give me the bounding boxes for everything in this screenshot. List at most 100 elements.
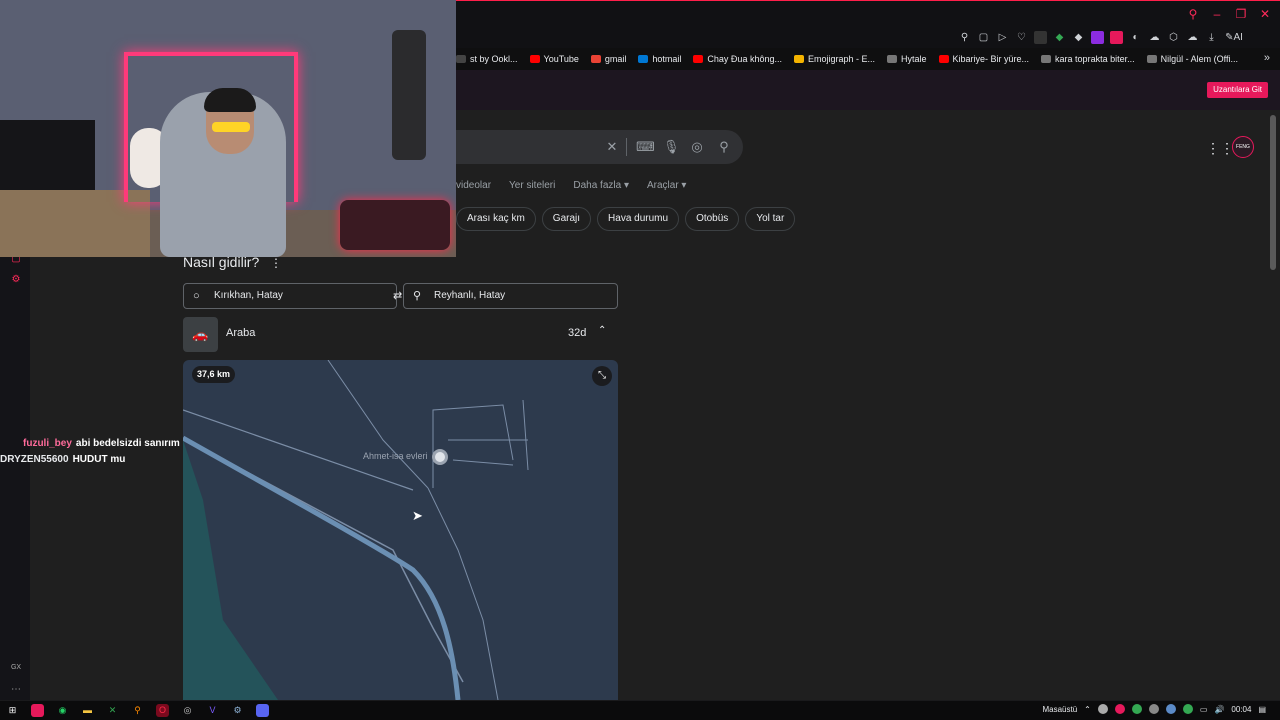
search-app-icon[interactable]: ⚲ — [131, 704, 144, 717]
more-icon[interactable]: ⋯ — [10, 684, 22, 696]
bookmark-label: Emojigraph - E... — [807, 54, 875, 64]
obs-icon[interactable]: ◎ — [181, 704, 194, 717]
bookmark-item[interactable]: Nilgül - Alem (Offi... — [1146, 54, 1238, 64]
extension-icon[interactable]: ☁ — [1148, 31, 1161, 44]
search-chip[interactable]: Garajı — [541, 207, 592, 231]
bookmark-item[interactable]: hotmail — [638, 54, 681, 64]
folder-icon[interactable]: ▬ — [81, 704, 94, 717]
ai-icon[interactable]: ✎AI — [1224, 31, 1244, 44]
tray-icon[interactable] — [1131, 704, 1142, 714]
tray-icon[interactable] — [1114, 704, 1125, 714]
tray-icon[interactable] — [1148, 704, 1159, 714]
gx-icon: GX — [10, 664, 22, 671]
apps-grid-icon[interactable]: ⋮⋮ — [1206, 140, 1234, 157]
expand-map-icon[interactable]: ⤡ — [592, 366, 612, 386]
diamond-icon[interactable]: ◆ — [1072, 31, 1085, 44]
notification-icon[interactable]: ▤ — [1258, 705, 1266, 714]
whatsapp-icon[interactable]: ◉ — [56, 704, 69, 717]
extension-icon[interactable] — [1034, 31, 1047, 44]
discord-icon[interactable] — [256, 704, 269, 717]
bookmark-item[interactable]: st by Ookl... — [456, 54, 518, 64]
xbox-icon[interactable]: ✕ — [106, 704, 119, 717]
bookmark-item[interactable]: Emojigraph - E... — [793, 54, 875, 64]
bookmark-icon — [1146, 55, 1157, 63]
search-chip[interactable]: Otobüs — [685, 207, 740, 231]
travel-mode-label: Araba — [226, 327, 256, 339]
bookmark-icon — [638, 55, 649, 63]
search-tab[interactable]: Yer siteleri — [509, 180, 555, 191]
search-tab[interactable]: videolar — [456, 180, 491, 191]
avatar[interactable]: FENG — [1232, 136, 1254, 158]
heart-icon[interactable]: ♡ — [1015, 31, 1028, 44]
route-map[interactable] — [183, 360, 618, 700]
bookmark-item[interactable]: kara toprakta biter... — [1041, 54, 1135, 64]
close-icon[interactable]: ✕ — [1258, 7, 1272, 21]
opera-gx-icon[interactable]: O — [156, 704, 169, 717]
tray-icon[interactable] — [1097, 704, 1108, 714]
extension-icon[interactable]: ◐ — [1129, 31, 1142, 44]
download-icon[interactable]: ⤓ — [1205, 31, 1218, 44]
extension-icon[interactable] — [1110, 31, 1123, 44]
bookmarks-overflow-icon[interactable]: » — [1264, 52, 1270, 64]
record-app-icon[interactable] — [31, 704, 44, 717]
bookmark-icon — [887, 55, 897, 63]
microphone-icon[interactable]: 🎙 — [663, 139, 680, 155]
taskbar: ⊞ ◉ ▬ ✕ ⚲ O ◎ V ⚙ Masaüstü ⌃ ▭ 🔊 00:04 ▤ — [0, 700, 1280, 720]
steam-icon[interactable]: ⚙ — [231, 704, 244, 717]
minimize-icon[interactable]: – — [1210, 7, 1224, 21]
bookmark-label: Chay Đua không... — [707, 54, 782, 64]
bookmark-icon — [590, 55, 601, 63]
desktop-label[interactable]: Masaüstü — [1042, 705, 1077, 714]
village-roads — [432, 399, 529, 488]
search-chip[interactable]: Hava durumu — [597, 207, 680, 231]
search-tab[interactable]: Araçlar ▾ — [647, 180, 686, 191]
settings-icon[interactable]: ⚙ — [10, 274, 22, 286]
tray-icon[interactable] — [1182, 704, 1193, 714]
search-input[interactable]: ✕ ⌨ 🎙 ◎ ⚲ — [456, 130, 743, 164]
clock[interactable]: 00:04 — [1231, 705, 1251, 714]
travel-duration: 32d — [568, 327, 587, 339]
go-to-extensions-button[interactable]: Uzantılara Git — [1207, 82, 1268, 98]
page-scrollbar[interactable] — [1270, 115, 1276, 270]
bookmark-label: Kibariye- Bir yüre... — [952, 54, 1030, 64]
bookmark-item[interactable]: Hytale — [887, 54, 927, 64]
chevron-up-icon[interactable]: ⌃ — [598, 325, 606, 336]
network-icon[interactable]: ▭ — [1200, 705, 1208, 714]
chevron-up-icon[interactable]: ⌃ — [1084, 705, 1091, 714]
play-icon[interactable]: ▷ — [996, 31, 1009, 44]
bookmark-item[interactable]: YouTube — [529, 54, 579, 64]
snapshot-icon[interactable]: ▢ — [977, 31, 990, 44]
bookmark-item[interactable]: gmail — [590, 54, 626, 64]
webcam-hair — [204, 88, 256, 112]
extension-icon[interactable] — [1091, 31, 1104, 44]
map-pin-icon[interactable] — [432, 449, 448, 465]
clear-icon[interactable]: ✕ — [604, 139, 620, 155]
bookmark-label: kara toprakta biter... — [1055, 54, 1135, 64]
chat-text: HUDUT mu — [72, 454, 126, 465]
search-icon[interactable]: ⚲ — [716, 139, 732, 155]
shield-icon[interactable]: ◆ — [1053, 31, 1066, 44]
destination-field[interactable]: ⚲ Reyhanlı, Hatay — [403, 283, 618, 309]
more-options-icon[interactable]: ⋮ — [270, 256, 282, 270]
pin-icon[interactable]: ⚲ — [958, 31, 971, 44]
minor-road — [427, 487, 499, 700]
tray-icon[interactable] — [1165, 704, 1176, 714]
keyboard-icon[interactable]: ⌨ — [636, 139, 655, 155]
search-chip[interactable]: Yol tar — [745, 207, 796, 231]
origin-field[interactable]: ○ Kırıkhan, Hatay — [183, 283, 397, 309]
search-icon[interactable]: ⚲ — [1186, 7, 1200, 21]
lens-icon[interactable]: ◎ — [689, 139, 705, 155]
swap-icon[interactable]: ⇄ — [393, 289, 402, 302]
extension-icon[interactable]: ☁ — [1186, 31, 1199, 44]
vs-icon[interactable]: V — [206, 704, 219, 717]
volume-icon[interactable]: 🔊 — [1214, 705, 1224, 714]
mouse-cursor-icon: ➤ — [412, 508, 423, 523]
extension-icon[interactable]: ⬡ — [1167, 31, 1180, 44]
search-tab[interactable]: Daha fazla ▾ — [573, 180, 629, 191]
bookmark-item[interactable]: Kibariye- Bir yüre... — [938, 54, 1030, 64]
maximize-icon[interactable]: ❐ — [1234, 7, 1248, 21]
water-area — [183, 440, 278, 700]
windows-start-icon[interactable]: ⊞ — [6, 704, 19, 717]
bookmark-item[interactable]: Chay Đua không... — [693, 54, 782, 64]
search-chip[interactable]: Arası kaç km — [456, 207, 536, 231]
